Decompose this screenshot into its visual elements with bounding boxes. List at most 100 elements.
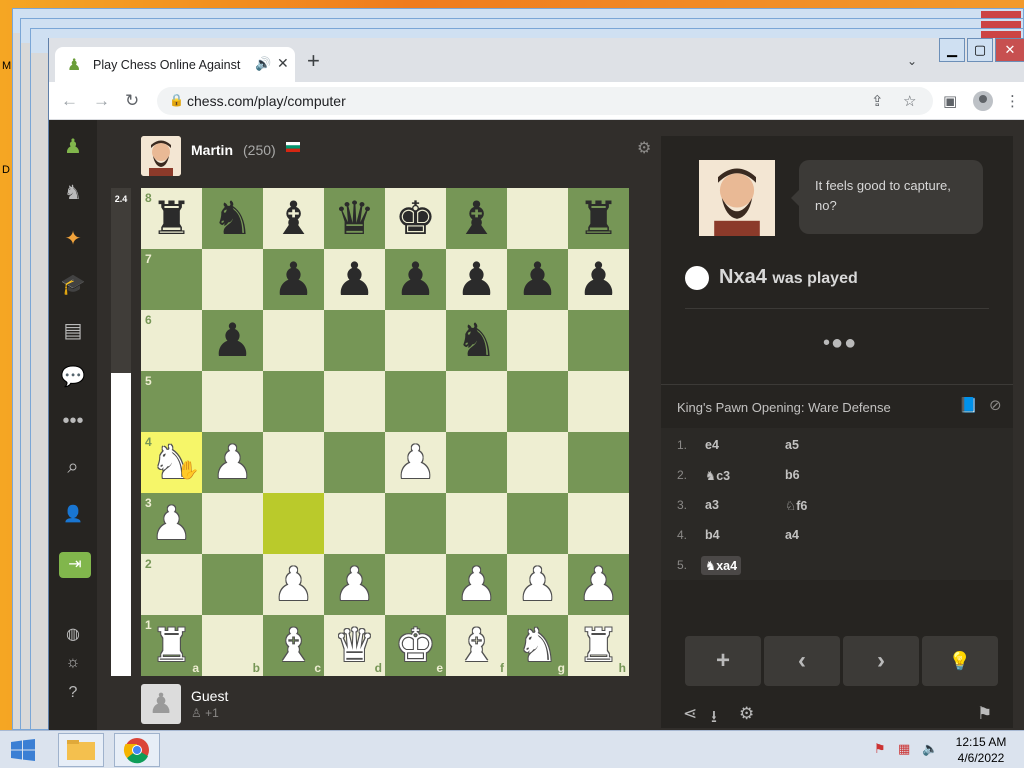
hint-lightbulb-button[interactable]: 💡 [922, 636, 998, 686]
download-icon[interactable]: ⭳ [711, 704, 717, 733]
white-move[interactable]: b4 [705, 528, 720, 542]
windows-start-icon[interactable] [6, 737, 40, 763]
white-bishop-icon[interactable]: ♝ [263, 615, 324, 676]
white-pawn-icon[interactable]: ♟ [507, 554, 568, 615]
star-icon[interactable]: ☆ [903, 92, 916, 110]
square-e3[interactable] [385, 493, 446, 554]
square-d6[interactable] [324, 310, 385, 371]
square-f4[interactable] [446, 432, 507, 493]
black-pawn-icon[interactable]: ♟ [568, 249, 629, 310]
square-h6[interactable] [568, 310, 629, 371]
book-icon[interactable]: 📘 [959, 396, 978, 414]
compass-icon[interactable]: ⊘ [989, 396, 1002, 414]
white-pawn-icon[interactable]: ♟ [324, 554, 385, 615]
arrow-left-icon[interactable]: ← [61, 91, 78, 111]
square-f5[interactable] [446, 371, 507, 432]
chess-board[interactable]: 8 ♜ ♞ ♝ ♛ ♚ ♝ ♜ 7 ♟ ♟ ♟ ♟ ♟ ♟ 6 ♟ ♞ 5 4 ♞ ♟ ♟ 3 ♟ 2 ♟ ♟ ♟ ♟ ♟ 1 a ♜ b c ♝ d ♛ e… [141, 188, 629, 676]
address-bar[interactable]: 🔒 chess.com/play/computer ⇪ ☆ [157, 87, 933, 115]
news-icon[interactable]: ▤ [49, 318, 97, 343]
square-g5[interactable] [507, 371, 568, 432]
white-pawn-icon[interactable]: ♟ [446, 554, 507, 615]
black-pawn-icon[interactable]: ♟ [202, 310, 263, 371]
minimize-button[interactable]: ▁ [939, 38, 965, 62]
square-c4[interactable] [263, 432, 324, 493]
chevron-down-icon[interactable]: ⌄ [907, 54, 917, 68]
maximize-button[interactable]: ▢ [967, 38, 993, 62]
square-a7[interactable]: 7 [141, 249, 202, 310]
square-b7[interactable] [202, 249, 263, 310]
new-tab-button[interactable]: + [307, 50, 320, 72]
white-pawn-icon[interactable]: ♟ [385, 432, 446, 493]
square-e5[interactable] [385, 371, 446, 432]
close-tab-icon[interactable]: ✕ [277, 55, 289, 72]
white-bishop-icon[interactable]: ♝ [446, 615, 507, 676]
white-move[interactable]: ♞xa4 [701, 556, 742, 575]
white-pawn-icon[interactable]: ♟ [263, 554, 324, 615]
search-icon[interactable]: ⌕ [49, 456, 97, 479]
previous-move-button[interactable]: ‹ [764, 636, 840, 686]
browser-tab[interactable]: ♟ Play Chess Online Against the Computer… [55, 47, 295, 82]
chess-com-logo-icon[interactable]: ♟ [49, 134, 97, 159]
black-rook-icon[interactable]: ♜ [568, 188, 629, 249]
share-icon[interactable]: ⋖ [683, 704, 697, 724]
log-in-button[interactable]: ⇥ [59, 552, 91, 578]
square-h3[interactable] [568, 493, 629, 554]
social-icon[interactable]: 💬 [49, 364, 97, 389]
arrow-right-icon[interactable]: → [93, 91, 110, 111]
reload-icon[interactable]: ↻ [125, 91, 139, 111]
square-g4[interactable] [507, 432, 568, 493]
theme-icon[interactable]: ☼ [49, 654, 97, 672]
white-rook-icon[interactable]: ♜ [568, 615, 629, 676]
square-d3[interactable] [324, 493, 385, 554]
square-d4[interactable] [324, 432, 385, 493]
white-knight-icon[interactable]: ♞ [507, 615, 568, 676]
square-a2[interactable]: 2 [141, 554, 202, 615]
play-icon[interactable]: ♞ [49, 180, 97, 205]
sign-up-icon[interactable]: 👤 [49, 504, 97, 524]
language-globe-icon[interactable]: ◍ [49, 624, 97, 644]
chrome-taskbar-button[interactable] [114, 733, 160, 767]
black-queen-icon[interactable]: ♛ [324, 188, 385, 249]
black-pawn-icon[interactable]: ♟ [324, 249, 385, 310]
white-queen-icon[interactable]: ♛ [324, 615, 385, 676]
black-king-icon[interactable]: ♚ [385, 188, 446, 249]
white-pawn-icon[interactable]: ♟ [202, 432, 263, 493]
square-c3[interactable] [263, 493, 324, 554]
square-c5[interactable] [263, 371, 324, 432]
next-move-button[interactable]: › [843, 636, 919, 686]
speaker-icon[interactable]: 🔊 [255, 56, 271, 72]
black-knight-icon[interactable]: ♞ [202, 188, 263, 249]
black-move[interactable]: ♘f6 [785, 498, 807, 513]
close-window-button[interactable]: ✕ [995, 38, 1024, 62]
black-bishop-icon[interactable]: ♝ [446, 188, 507, 249]
black-move[interactable]: b6 [785, 468, 800, 482]
black-pawn-icon[interactable]: ♟ [507, 249, 568, 310]
url-text[interactable]: chess.com/play/computer [187, 93, 346, 109]
learn-icon[interactable]: 🎓 [49, 272, 97, 297]
tray-flag-icon[interactable]: ⚑ [874, 741, 886, 757]
square-g3[interactable] [507, 493, 568, 554]
puzzles-icon[interactable]: ✦ [49, 226, 97, 251]
white-move[interactable]: a3 [705, 498, 719, 512]
black-pawn-icon[interactable]: ♟ [385, 249, 446, 310]
black-knight-icon[interactable]: ♞ [446, 310, 507, 371]
white-move[interactable]: e4 [705, 438, 719, 452]
resign-flag-icon[interactable]: ⚑ [977, 704, 992, 724]
square-h5[interactable] [568, 371, 629, 432]
side-panel-icon[interactable]: ▣ [943, 92, 957, 110]
white-rook-icon[interactable]: ♜ [141, 615, 202, 676]
help-icon[interactable]: ? [49, 684, 97, 702]
square-h4[interactable] [568, 432, 629, 493]
black-move[interactable]: a4 [785, 528, 799, 542]
board-settings-gear-icon[interactable]: ⚙ [637, 138, 651, 158]
tray-volume-muted-icon[interactable]: 🔈 [922, 741, 938, 757]
black-pawn-icon[interactable]: ♟ [263, 249, 324, 310]
square-d5[interactable] [324, 371, 385, 432]
new-game-button[interactable]: + [685, 636, 761, 686]
square-f3[interactable] [446, 493, 507, 554]
file-explorer-taskbar-button[interactable] [58, 733, 104, 767]
white-pawn-icon[interactable]: ♟ [568, 554, 629, 615]
system-clock[interactable]: 12:15 AM 4/6/2022 [950, 734, 1012, 766]
square-b3[interactable] [202, 493, 263, 554]
square-b5[interactable] [202, 371, 263, 432]
